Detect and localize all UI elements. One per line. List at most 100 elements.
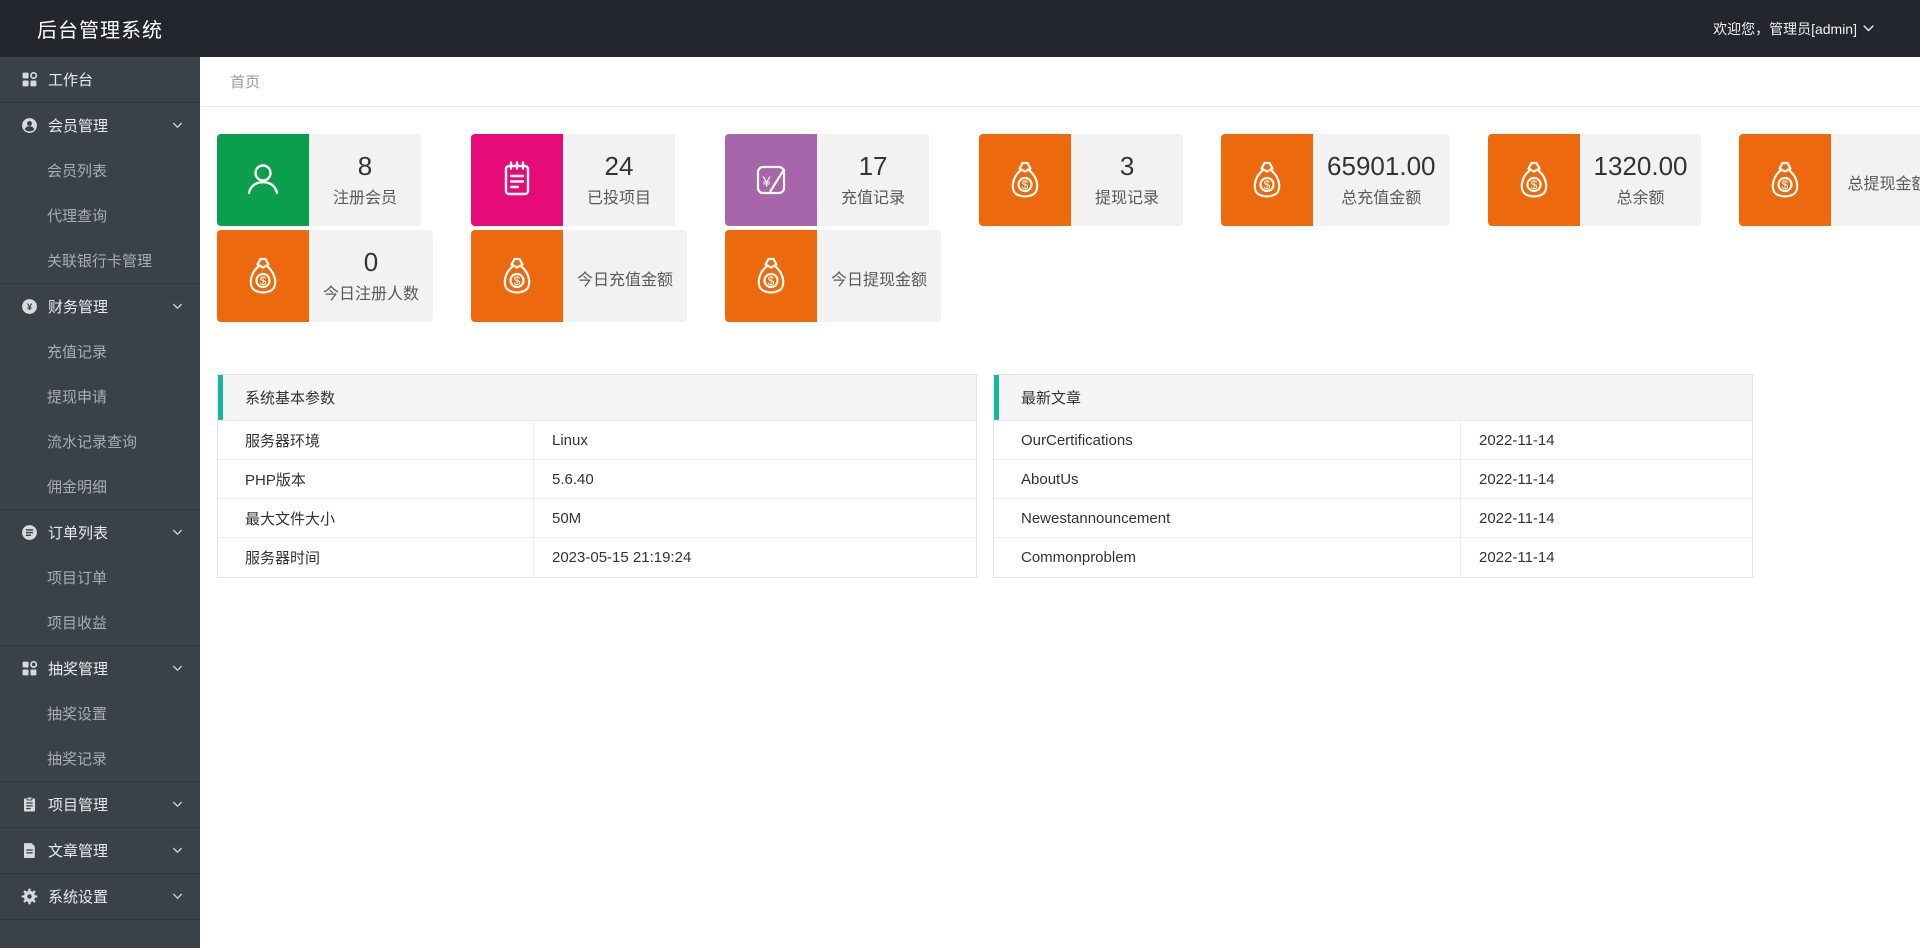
sidebar-item-label: 抽奖管理 <box>48 661 109 678</box>
sidebar-item[interactable]: 系统设置 <box>0 874 200 919</box>
user-menu[interactable]: 欢迎您，管理员[admin] <box>1713 19 1875 39</box>
table-cell-name: AboutUs <box>994 460 1461 498</box>
chevron-down-icon <box>173 893 182 899</box>
welcome-text: 欢迎您，管理员[admin] <box>1713 20 1857 37</box>
sidebar-subitem[interactable]: 代理查询 <box>0 193 200 238</box>
sidebar-item-icon <box>21 71 38 88</box>
stat-card-text: 总提现金额 <box>1831 134 1920 226</box>
stat-card-label: 充值记录 <box>841 190 906 208</box>
stat-card-icon <box>725 230 818 322</box>
stat-card: 0 今日注册人数 <box>217 230 434 322</box>
sidebar-item-label: 会员管理 <box>48 118 109 135</box>
sidebar-group: 项目管理 <box>0 782 200 828</box>
stat-card-text: 0 今日注册人数 <box>309 230 434 322</box>
stat-card-value: 24 <box>604 150 634 181</box>
stat-card-value: 0 <box>363 246 379 277</box>
sidebar-menu: 工作台 会员管理 会员列表 代理查询 关联银行卡管理 财务管理 充值记录 提现申请 流水… <box>0 57 200 920</box>
stat-card-label: 注册会员 <box>332 190 397 208</box>
sidebar-subitem[interactable]: 关联银行卡管理 <box>0 238 200 283</box>
stat-column: 17 充值记录 今日提现金额 <box>725 134 942 322</box>
sidebar-item[interactable]: 抽奖管理 <box>0 646 200 691</box>
stat-card-text: 3 提现记录 <box>1071 134 1184 226</box>
sidebar-subitem[interactable]: 佣金明细 <box>0 464 200 509</box>
stat-card-icon <box>725 134 818 226</box>
stat-card: 3 提现记录 <box>979 134 1184 226</box>
table-cell-name: 服务器时间 <box>218 538 534 577</box>
chevron-down-icon <box>173 303 182 309</box>
sidebar-item[interactable]: 工作台 <box>0 57 200 102</box>
sidebar-group: 工作台 <box>0 57 200 103</box>
stat-card-value: 65901.00 <box>1327 150 1436 181</box>
sidebar-item-icon <box>21 888 38 905</box>
sidebar-item[interactable]: 文章管理 <box>0 828 200 873</box>
stat-card-value: 3 <box>1119 150 1135 181</box>
sidebar-group: 文章管理 <box>0 828 200 874</box>
sidebar-item[interactable]: 财务管理 <box>0 284 200 329</box>
stat-card-label: 今日提现金额 <box>831 271 928 289</box>
table-cell-value: 2022-11-14 <box>1479 509 1555 527</box>
panels-row: 系统基本参数 服务器环境 Linux PHP版本 5.6.40 最大文件大小 5… <box>217 374 1903 578</box>
stat-card-icon <box>979 134 1072 226</box>
table-row: Commonproblem 2022-11-14 <box>994 538 1752 577</box>
table-cell-name: 最大文件大小 <box>218 499 534 537</box>
stat-card: 今日提现金额 <box>725 230 942 322</box>
table-cell-value: 50M <box>552 509 582 527</box>
sidebar-subitem[interactable]: 抽奖设置 <box>0 691 200 736</box>
sidebar-item-label: 系统设置 <box>48 889 109 906</box>
sidebar-group: 会员管理 会员列表 代理查询 关联银行卡管理 <box>0 103 200 284</box>
stat-column: 8 注册会员 0 今日注册人数 <box>217 134 434 322</box>
main-area: 首页 8 注册会员 0 今日注册人数 24 已投项目 今日充值金额 17 充值记… <box>200 0 1920 578</box>
stat-column: 3 提现记录 <box>979 134 1184 226</box>
stat-card: 65901.00 总充值金额 <box>1221 134 1450 226</box>
stat-card-icon <box>1739 134 1832 226</box>
table-row: 服务器环境 Linux <box>218 421 976 460</box>
stat-card-label: 提现记录 <box>1095 190 1160 208</box>
sidebar-subitem[interactable]: 会员列表 <box>0 148 200 193</box>
stat-card-icon <box>471 230 564 322</box>
table-row: 最大文件大小 50M <box>218 499 976 538</box>
sidebar-subitem[interactable]: 抽奖记录 <box>0 736 200 781</box>
sidebar-item[interactable]: 项目管理 <box>0 782 200 827</box>
stat-card: 24 已投项目 <box>471 134 687 226</box>
table-cell-name: OurCertifications <box>994 421 1461 459</box>
stat-card-value: 17 <box>858 150 888 181</box>
stat-column: 1320.00 总余额 <box>1487 134 1702 226</box>
sidebar-item-label: 工作台 <box>48 72 94 89</box>
sidebar-item-label: 项目管理 <box>48 797 109 814</box>
sidebar-subitem[interactable]: 流水记录查询 <box>0 419 200 464</box>
breadcrumb[interactable]: 首页 <box>230 71 260 92</box>
sidebar-subitem[interactable]: 项目收益 <box>0 600 200 645</box>
sidebar-item[interactable]: 会员管理 <box>0 103 200 148</box>
sidebar: 工作台 会员管理 会员列表 代理查询 关联银行卡管理 财务管理 充值记录 提现申请 流水… <box>0 57 200 948</box>
stat-card-icon <box>217 134 309 226</box>
sidebar-item[interactable]: 订单列表 <box>0 510 200 555</box>
sidebar-item-icon <box>21 298 38 315</box>
stat-card-value: 1320.00 <box>1593 150 1688 181</box>
table-cell-name: Commonproblem <box>994 538 1461 577</box>
sidebar-subitem[interactable]: 提现申请 <box>0 374 200 419</box>
stat-column: 65901.00 总充值金额 <box>1221 134 1450 226</box>
table-cell-name: Newestannouncement <box>994 499 1461 537</box>
sidebar-subitem[interactable]: 充值记录 <box>0 329 200 374</box>
breadcrumb-bar: 首页 <box>200 57 1920 107</box>
stat-card: 1320.00 总余额 <box>1487 134 1702 226</box>
sidebar-group: 财务管理 充值记录 提现申请 流水记录查询 佣金明细 <box>0 284 200 510</box>
content: 8 注册会员 0 今日注册人数 24 已投项目 今日充值金额 17 充值记录 今… <box>200 107 1920 578</box>
sidebar-item-icon <box>21 117 38 134</box>
sidebar-item-label: 订单列表 <box>48 525 109 542</box>
stat-card-value: 8 <box>357 150 373 181</box>
table-cell-value: 2022-11-14 <box>1479 431 1555 449</box>
sidebar-subitem[interactable]: 项目订单 <box>0 555 200 600</box>
stat-card-text: 今日充值金额 <box>563 230 688 322</box>
panel-body: OurCertifications 2022-11-14 AboutUs 202… <box>994 421 1752 577</box>
stat-card: 总提现金额 <box>1739 134 1920 226</box>
table-row: OurCertifications 2022-11-14 <box>994 421 1752 460</box>
sidebar-item-icon <box>21 524 38 541</box>
stat-card-text: 24 已投项目 <box>563 134 676 226</box>
table-cell-value: Linux <box>552 431 588 449</box>
sidebar-item-icon <box>21 796 38 813</box>
sidebar-item-icon <box>21 842 38 859</box>
table-cell-value: 5.6.40 <box>552 470 594 488</box>
stat-card-text: 17 充值记录 <box>817 134 930 226</box>
app-title: 后台管理系统 <box>37 20 163 42</box>
